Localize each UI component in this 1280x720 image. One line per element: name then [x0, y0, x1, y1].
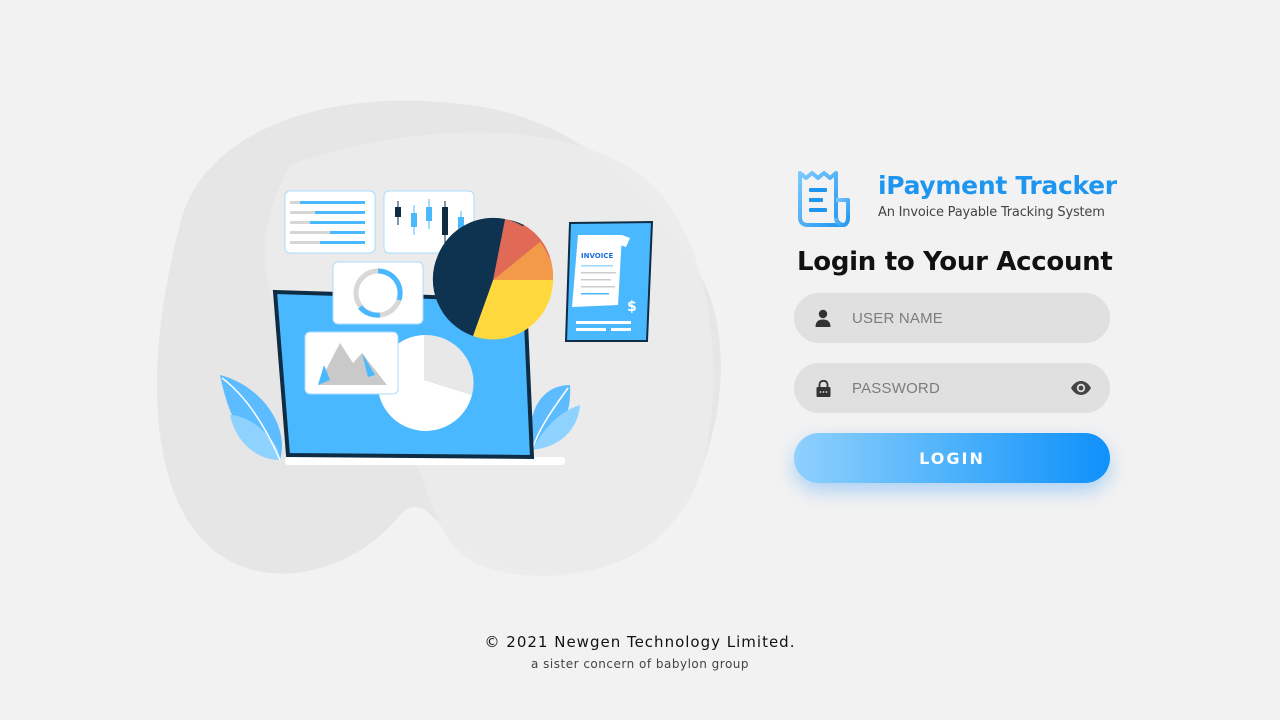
invoice-card: INVOICE $: [564, 220, 654, 342]
password-field[interactable]: [794, 363, 1110, 413]
brand-header: iPayment Tracker An Invoice Payable Trac…: [797, 170, 1117, 228]
hero-illustration: INVOICE $: [140, 95, 730, 585]
brand-text: iPayment Tracker An Invoice Payable Trac…: [878, 170, 1117, 222]
username-field[interactable]: [794, 293, 1110, 343]
app-title: iPayment Tracker: [878, 171, 1117, 200]
footer: © 2021 Newgen Technology Limited. a sist…: [0, 630, 1280, 674]
app-subtitle: An Invoice Payable Tracking System: [878, 205, 1105, 220]
user-icon: [814, 309, 832, 327]
copyright-text: © 2021 Newgen Technology Limited.: [484, 633, 796, 651]
list-card: [284, 190, 376, 254]
tagline-text: a sister concern of babylon group: [530, 657, 750, 671]
lock-icon: [814, 379, 832, 397]
login-button[interactable]: LOGIN: [794, 433, 1110, 483]
donut-card: [332, 261, 424, 325]
eye-icon[interactable]: [1070, 378, 1092, 398]
currency-symbol: $: [627, 299, 637, 315]
login-heading: Login to Your Account: [797, 247, 1113, 277]
username-input[interactable]: [850, 308, 1054, 328]
receipt-icon: [798, 171, 850, 227]
invoice-label: INVOICE: [581, 252, 613, 260]
login-page: INVOICE $ iPayment Tracker An Invoice Pa…: [0, 0, 1280, 720]
image-card: [304, 331, 399, 395]
password-input[interactable]: [850, 378, 1054, 398]
